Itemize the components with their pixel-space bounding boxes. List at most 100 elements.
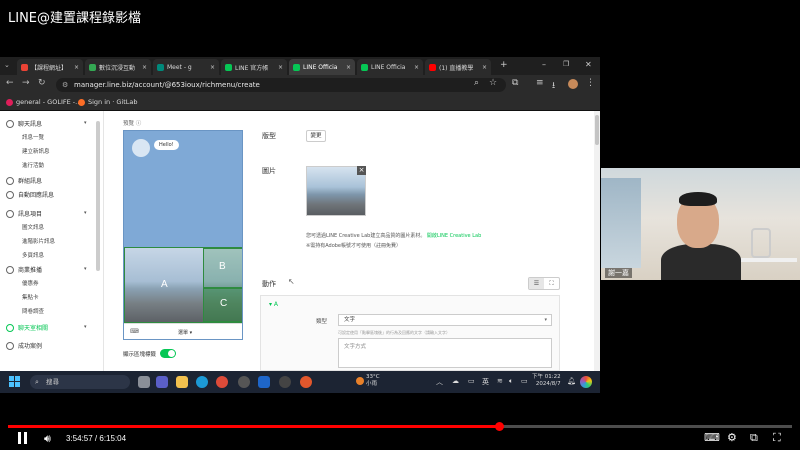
zoom-icon[interactable]: ⌕ <box>474 78 479 88</box>
url-bar[interactable]: ⚙ manager.line.biz/account/@653ioux/rich… <box>56 78 506 92</box>
remove-image-icon[interactable]: × <box>357 166 366 175</box>
browser-tab[interactable]: 【課程網址】 × <box>17 59 83 75</box>
sidebar-subitem[interactable]: 多頁訊息 <box>22 251 44 259</box>
bookmark-item[interactable]: Sign in · GitLab <box>78 98 138 106</box>
sidebar-subitem[interactable]: 集點卡 <box>22 293 39 301</box>
close-tab-icon[interactable]: × <box>411 64 419 71</box>
show-labels-toggle[interactable] <box>160 349 177 358</box>
chevron-down-icon[interactable]: ▾ <box>84 210 87 216</box>
close-tab-icon[interactable]: × <box>343 64 351 71</box>
bookmark-star-icon[interactable]: ☆ <box>489 78 497 88</box>
sidebar-subitem[interactable]: 訊息一覽 <box>22 133 44 141</box>
page-scrollbar-thumb[interactable] <box>595 115 599 145</box>
battery-icon[interactable]: ▭ <box>521 377 528 385</box>
sidebar-section[interactable]: 聊天訊息 <box>6 119 42 128</box>
sidebar-subitem[interactable]: 問卷調查 <box>22 307 44 315</box>
type-select[interactable]: 文字 ▾ <box>338 314 552 326</box>
notification-bell-icon[interactable]: 🔔︎ <box>567 377 576 385</box>
close-tab-icon[interactable]: × <box>71 64 79 71</box>
change-layout-button[interactable]: 變更 <box>306 130 326 142</box>
tab-search-icon[interactable]: ⌄ <box>4 61 10 69</box>
browser-tab[interactable]: LINE Officia × <box>357 59 423 75</box>
edge-icon[interactable] <box>196 376 208 388</box>
browser-tab[interactable]: LINE 官方帳 × <box>221 59 287 75</box>
sidebar-scrollbar[interactable] <box>96 121 100 271</box>
sidebar-subitem[interactable]: 優惠券 <box>22 279 39 287</box>
subtitles-icon[interactable]: ⌨ <box>704 431 720 444</box>
browser-tab[interactable]: (1) 直播教學 × <box>425 59 491 75</box>
task-view-icon[interactable] <box>138 376 150 388</box>
settings-app-icon[interactable] <box>279 376 291 388</box>
help-icon[interactable]: ⓘ <box>136 121 142 127</box>
app-icon[interactable] <box>238 376 250 388</box>
browser-tab[interactable]: LINE Officia × <box>289 59 355 75</box>
recorder-icon[interactable] <box>300 376 312 388</box>
browser-tab[interactable]: 數位沉浸互動 × <box>85 59 151 75</box>
cloud-icon[interactable]: ☁ <box>452 377 459 385</box>
copilot-icon[interactable] <box>580 376 592 388</box>
sidebar-section[interactable]: 群組訊息 <box>6 176 42 185</box>
sidebar-subitem[interactable]: 圖文訊息 <box>22 223 44 231</box>
forward-icon[interactable]: → <box>22 78 30 88</box>
drive-icon[interactable]: ▭ <box>468 377 475 385</box>
action-area-header[interactable]: ▾ A <box>269 301 278 308</box>
ime-indicator[interactable]: 英 <box>482 377 489 387</box>
time-display: 3:54:57 / 6:15:04 <box>66 434 127 443</box>
profile-avatar[interactable] <box>568 79 578 89</box>
close-window-icon[interactable]: ✕ <box>585 60 592 69</box>
close-tab-icon[interactable]: × <box>479 64 487 71</box>
sidebar-section[interactable]: 自動回應訊息 <box>6 190 54 199</box>
sidebar-subitem[interactable]: 進行活動 <box>22 161 44 169</box>
close-tab-icon[interactable]: × <box>139 64 147 71</box>
fullscreen-icon[interactable]: ⛶ <box>773 431 781 445</box>
download-icon[interactable]: ⭳ <box>552 78 555 94</box>
chevron-down-icon[interactable]: ▾ <box>84 266 87 272</box>
volume-icon[interactable]: 🔊︎ <box>44 432 51 446</box>
expand-view-icon[interactable]: ⛶ <box>544 278 559 289</box>
tray-chevron-icon[interactable]: ︿ <box>436 377 443 387</box>
sidebar-subitem[interactable]: 建立新訊息 <box>22 147 50 155</box>
close-tab-icon[interactable]: × <box>275 64 283 71</box>
teams-icon[interactable] <box>156 376 168 388</box>
area-a-label: A <box>161 279 168 290</box>
minimize-icon[interactable]: – <box>542 60 546 69</box>
menu-icon[interactable]: ⋮ <box>586 78 595 88</box>
sidebar-section[interactable]: 聊天室相關 <box>6 323 48 332</box>
browser-tab[interactable]: Meet - g × <box>153 59 219 75</box>
action-text-input[interactable]: 文字方式 <box>338 338 552 368</box>
view-toggle: ☰ ⛶ <box>528 277 560 290</box>
image-label: 圖片 <box>262 167 276 175</box>
chevron-down-icon[interactable]: ▾ <box>84 324 87 330</box>
word-icon[interactable] <box>258 376 270 388</box>
reload-icon[interactable]: ↻ <box>38 78 46 88</box>
page-scrollbar[interactable] <box>594 111 600 371</box>
back-icon[interactable]: ← <box>6 78 14 88</box>
settings-gear-icon[interactable]: ⚙ <box>727 431 737 444</box>
windows-start-icon[interactable] <box>9 376 20 387</box>
miniplayer-icon[interactable]: ⧉ <box>750 431 758 445</box>
taskbar-clock[interactable]: 下午 01:22 2024/8/7 <box>532 374 561 388</box>
site-info-icon[interactable]: ⚙ <box>62 78 68 92</box>
bookmark-item[interactable]: general - GOLIFE -... <box>6 98 81 106</box>
sidebar-section[interactable]: 商業推播 <box>6 265 42 274</box>
video-scrubber[interactable] <box>494 422 504 431</box>
sidebar-section[interactable]: 訊息項目 <box>6 209 42 218</box>
extensions-icon[interactable]: ⧉ <box>512 78 518 88</box>
wifi-icon[interactable]: ≋ <box>497 377 503 385</box>
weather-widget[interactable]: 33°C 小雨 <box>366 374 380 388</box>
close-tab-icon[interactable]: × <box>207 64 215 71</box>
chevron-down-icon[interactable]: ▾ <box>84 120 87 126</box>
media-icon[interactable]: ≡ <box>536 78 544 88</box>
volume-tray-icon[interactable]: 🔈︎ <box>509 377 513 386</box>
pause-button[interactable] <box>16 432 30 444</box>
maximize-icon[interactable]: ❐ <box>563 60 569 68</box>
video-progress-bar[interactable] <box>8 422 792 431</box>
new-tab-icon[interactable]: + <box>500 60 508 70</box>
sidebar-section[interactable]: 成功案例 <box>6 341 42 350</box>
taskbar-search[interactable]: ⌕ 搜尋 <box>30 375 130 389</box>
file-explorer-icon[interactable] <box>176 376 188 388</box>
sidebar-subitem[interactable]: 進階影片訊息 <box>22 237 55 245</box>
list-view-icon[interactable]: ☰ <box>529 278 544 289</box>
chrome-icon[interactable] <box>216 376 228 388</box>
creative-lab-link[interactable]: 開啟LINE Creative Lab <box>427 233 481 239</box>
